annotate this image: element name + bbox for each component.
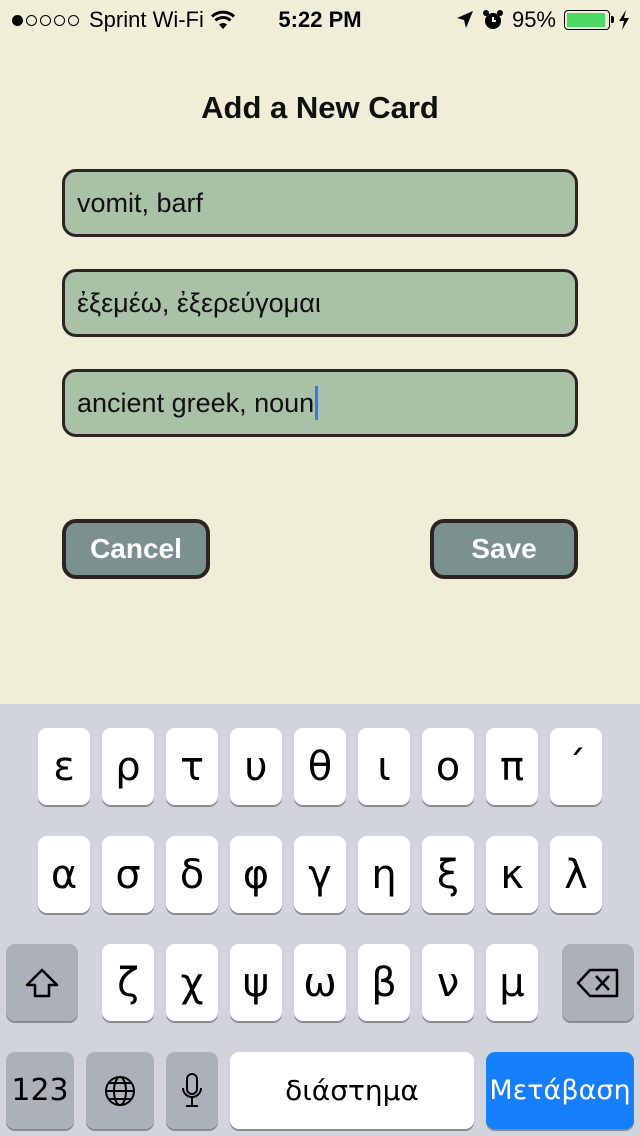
key-xi[interactable]: ξ (422, 836, 474, 913)
save-button[interactable]: Save (430, 519, 578, 579)
key-omega[interactable]: ω (294, 944, 346, 1021)
charging-bolt-icon (619, 10, 629, 30)
key-omicron[interactable]: ο (422, 728, 474, 805)
key-upsilon[interactable]: υ (230, 728, 282, 805)
key-iota[interactable]: ι (358, 728, 410, 805)
delete-key[interactable] (562, 944, 634, 1021)
tags-text-field[interactable]: ancient greek, noun (62, 369, 578, 437)
battery-percentage: 95% (511, 7, 556, 32)
numbers-key[interactable]: 123 (6, 1052, 74, 1129)
key-pi[interactable]: π (486, 728, 538, 805)
greek-keyboard: ε ρ τ υ θ ι ο π ´ α σ δ φ γ η ξ κ λ ζ χ … (0, 704, 640, 1136)
space-key[interactable]: διάστημα (230, 1052, 474, 1129)
key-eta[interactable]: η (358, 836, 410, 913)
key-lambda[interactable]: λ (550, 836, 602, 913)
key-accent[interactable]: ´ (550, 728, 602, 805)
delete-icon (576, 968, 619, 997)
key-nu[interactable]: ν (422, 944, 474, 1021)
key-rho[interactable]: ρ (102, 728, 154, 805)
back-text-value: ἐξεμέω, ἐξερεύγομαι (77, 287, 321, 318)
key-alpha[interactable]: α (38, 836, 90, 913)
key-gamma[interactable]: γ (294, 836, 346, 913)
dictation-key[interactable] (166, 1052, 218, 1129)
text-cursor (315, 386, 319, 420)
key-kappa[interactable]: κ (486, 836, 538, 913)
key-phi[interactable]: φ (230, 836, 282, 913)
key-chi[interactable]: χ (166, 944, 218, 1021)
status-bar: Sprint Wi-Fi 5:22 PM 95% (0, 0, 640, 40)
key-tau[interactable]: τ (166, 728, 218, 805)
cancel-button[interactable]: Cancel (62, 519, 210, 579)
shift-icon (25, 968, 59, 997)
key-psi[interactable]: ψ (230, 944, 282, 1021)
key-theta[interactable]: θ (294, 728, 346, 805)
battery-icon (564, 10, 614, 30)
location-arrow-icon (456, 11, 473, 28)
globe-icon (105, 1075, 135, 1106)
key-beta[interactable]: β (358, 944, 410, 1021)
status-right: 95% (456, 7, 630, 33)
page-title: Add a New Card (201, 90, 439, 125)
front-text-value: vomit, barf (77, 187, 204, 218)
microphone-icon (182, 1072, 202, 1107)
key-zeta[interactable]: ζ (102, 944, 154, 1021)
key-mu[interactable]: μ (486, 944, 538, 1021)
globe-key[interactable] (86, 1052, 154, 1129)
key-sigma[interactable]: σ (102, 836, 154, 913)
alarm-clock-icon (482, 10, 503, 29)
key-epsilon[interactable]: ε (38, 728, 90, 805)
back-text-field[interactable]: ἐξεμέω, ἐξερεύγομαι (62, 269, 578, 337)
key-delta[interactable]: δ (166, 836, 218, 913)
battery-fill (567, 13, 605, 27)
return-key[interactable]: Μετάβαση (486, 1052, 634, 1129)
tags-text-value: ancient greek, noun (77, 387, 315, 418)
front-text-field[interactable]: vomit, barf (62, 169, 578, 237)
shift-key[interactable] (6, 944, 78, 1021)
